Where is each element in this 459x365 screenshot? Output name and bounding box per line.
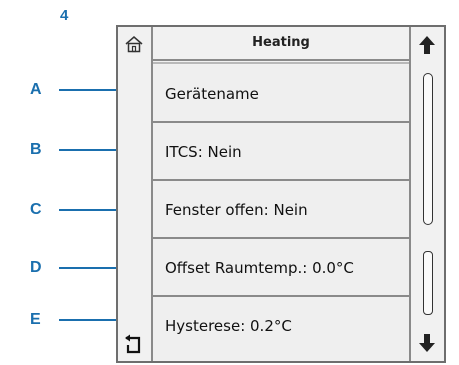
menu-item-itcs[interactable]: ITCS: Nein bbox=[153, 123, 409, 181]
callout-letter: D bbox=[30, 259, 42, 276]
callout-letter: E bbox=[30, 311, 41, 328]
screen-title: Heating bbox=[153, 27, 409, 61]
scroll-bar bbox=[409, 27, 444, 361]
arrow-down-icon[interactable] bbox=[418, 333, 436, 357]
back-icon[interactable] bbox=[124, 333, 144, 359]
home-icon[interactable] bbox=[124, 35, 144, 57]
scroll-track[interactable] bbox=[423, 73, 433, 225]
menu-item-hysteresis[interactable]: Hysterese: 0.2°C bbox=[153, 297, 409, 361]
callout-letter: A bbox=[30, 81, 42, 98]
scroll-thumb[interactable] bbox=[423, 251, 433, 315]
left-toolbar bbox=[118, 27, 153, 361]
device-screen: Heating Gerätename ITCS: Nein Fenster of… bbox=[116, 25, 446, 363]
title-divider bbox=[153, 62, 409, 64]
menu-item-window-open[interactable]: Fenster offen: Nein bbox=[153, 181, 409, 239]
figure-number: 4 bbox=[60, 7, 69, 24]
arrow-up-icon[interactable] bbox=[418, 35, 436, 59]
callout-letter: B bbox=[30, 141, 42, 158]
callout-letter: C bbox=[30, 201, 42, 218]
menu-item-device-name[interactable]: Gerätename bbox=[153, 65, 409, 123]
menu-item-room-temp-offset[interactable]: Offset Raumtemp.: 0.0°C bbox=[153, 239, 409, 297]
